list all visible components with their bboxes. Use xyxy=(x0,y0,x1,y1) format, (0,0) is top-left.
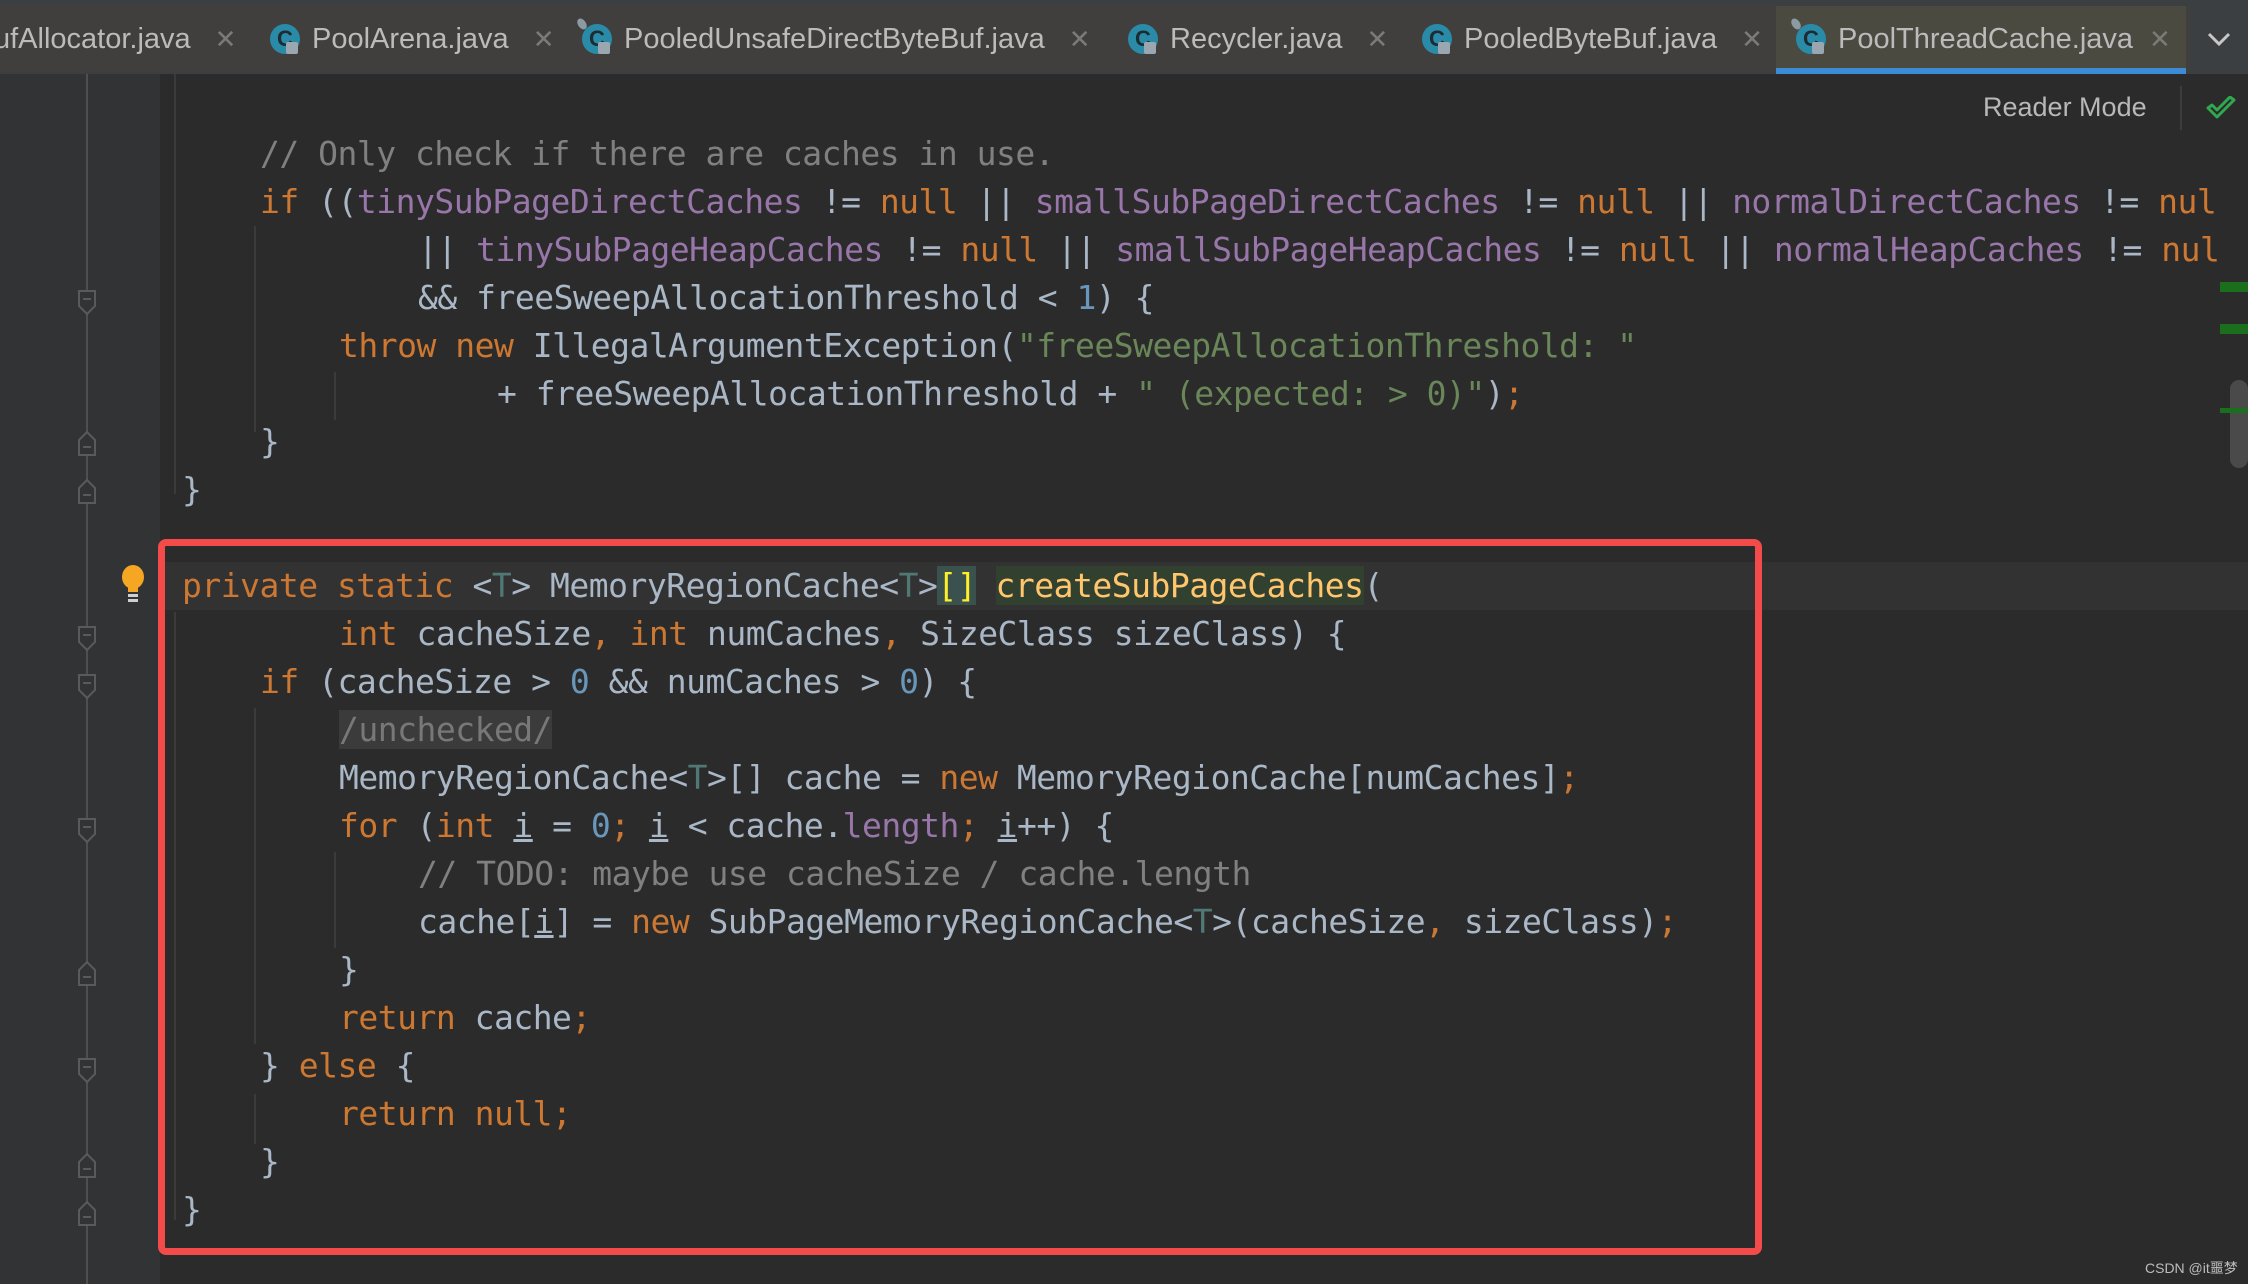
tab-pooled-unsafe-direct-byte-buf[interactable]: C PooledUnsafeDirectByteBuf.java ✕ xyxy=(575,6,1091,72)
tab-pool-arena[interactable]: C PoolArena.java ✕ xyxy=(268,6,554,72)
indent-guide xyxy=(334,852,336,948)
change-marker[interactable] xyxy=(2220,282,2248,292)
fold-expand-end-icon[interactable] xyxy=(78,960,96,986)
code-line: // Only check if there are caches in use… xyxy=(260,134,1055,173)
code-line: return null; xyxy=(339,1094,572,1133)
code-line: } xyxy=(182,470,202,509)
close-icon[interactable]: ✕ xyxy=(1741,24,1763,55)
tab-label: PoolThreadCache.java xyxy=(1838,22,2134,55)
fold-collapse-icon[interactable] xyxy=(78,818,96,844)
indent-guide xyxy=(174,612,176,1220)
close-icon[interactable]: ✕ xyxy=(1366,24,1388,55)
tab-label: Recycler.java xyxy=(1170,22,1343,55)
reader-mode-button[interactable]: Reader Mode xyxy=(1983,92,2147,123)
fold-collapse-icon[interactable] xyxy=(78,674,96,700)
indent-guide xyxy=(254,708,256,1044)
fold-collapse-icon[interactable] xyxy=(78,626,96,652)
inspection-ok-check-icon[interactable] xyxy=(2204,95,2238,126)
java-class-icon: C xyxy=(268,22,302,56)
tab-list-dropdown-button[interactable] xyxy=(2190,6,2248,72)
java-class-icon: C xyxy=(575,16,614,56)
close-icon[interactable]: ✕ xyxy=(1069,24,1091,55)
code-line: private static <T> MemoryRegionCache<T>[… xyxy=(182,566,1383,605)
lock-icon xyxy=(598,42,610,54)
method-name-createSubPageCaches: createSubPageCaches xyxy=(995,566,1364,605)
fold-expand-end-icon[interactable] xyxy=(78,1152,96,1178)
code-line: throw new IllegalArgumentException("free… xyxy=(339,326,1637,365)
tab-recycler[interactable]: C Recycler.java ✕ xyxy=(1126,6,1388,72)
tab-label: PooledByteBuf.java xyxy=(1464,22,1718,55)
vertical-scrollbar-thumb[interactable] xyxy=(2230,380,2248,468)
indent-guide xyxy=(174,74,176,494)
code-line: MemoryRegionCache<T>[] cache = new Memor… xyxy=(339,758,1579,797)
code-line: } xyxy=(260,422,280,461)
tab-pooled-byte-buf[interactable]: C PooledByteBuf.java ✕ xyxy=(1420,6,1763,72)
indent-guide xyxy=(334,372,336,420)
lock-icon xyxy=(1438,42,1450,54)
lock-icon xyxy=(1812,42,1824,54)
tab-label: PooledUnsafeDirectByteBuf.java xyxy=(624,22,1045,55)
indent-guide xyxy=(254,1094,256,1144)
indent-guide xyxy=(254,226,256,432)
code-line: && freeSweepAllocationThreshold < 1) { xyxy=(418,278,1155,317)
toolbar-divider xyxy=(2180,86,2182,130)
close-icon[interactable]: ✕ xyxy=(2149,24,2171,55)
lock-icon xyxy=(1144,42,1156,54)
chevron-down-icon xyxy=(2207,32,2231,47)
close-icon[interactable]: ✕ xyxy=(215,24,237,55)
code-line: } xyxy=(260,1142,280,1181)
java-class-icon: C xyxy=(1126,22,1160,56)
code-line: } xyxy=(182,1190,202,1229)
fold-collapse-icon[interactable] xyxy=(78,290,96,316)
tab-pool-thread-cache[interactable]: C PoolThreadCache.java ✕ xyxy=(1776,6,2186,76)
java-class-icon: C xyxy=(1420,22,1454,56)
code-line: // TODO: maybe use cacheSize / cache.len… xyxy=(418,854,1251,893)
fold-collapse-icon[interactable] xyxy=(78,1058,96,1084)
java-class-icon: C xyxy=(1789,16,1828,56)
code-line: + freeSweepAllocationThreshold + " (expe… xyxy=(497,374,1524,413)
code-line: || tinySubPageHeapCaches != null || smal… xyxy=(418,230,2220,269)
watermark: CSDN @it噩梦 xyxy=(2145,1260,2238,1276)
close-icon[interactable]: ✕ xyxy=(533,24,555,55)
change-marker[interactable] xyxy=(2220,324,2248,334)
lock-icon xyxy=(286,42,298,54)
code-line: } else { xyxy=(260,1046,415,1085)
fold-expand-end-icon[interactable] xyxy=(78,430,96,456)
code-line: int cacheSize, int numCaches, SizeClass … xyxy=(339,614,1347,653)
tab-label: ufAllocator.java xyxy=(0,22,191,55)
code-line: cache[i] = new SubPageMemoryRegionCache<… xyxy=(418,902,1677,941)
code-line: /unchecked/ xyxy=(339,706,553,754)
code-line: if ((tinySubPageDirectCaches != null || … xyxy=(260,182,2217,221)
code-line: for (int i = 0; i < cache.length; i++) { xyxy=(339,806,1114,845)
tab-pooled-byte-buf-allocator[interactable]: ufAllocator.java ✕ xyxy=(0,6,236,72)
fold-expand-end-icon[interactable] xyxy=(78,478,96,504)
code-line: } xyxy=(339,950,359,989)
folded-annotation-hint: /unchecked/ xyxy=(339,710,553,749)
fold-expand-end-icon[interactable] xyxy=(78,1200,96,1226)
intention-lightbulb-icon[interactable] xyxy=(120,564,146,604)
tab-label: PoolArena.java xyxy=(312,22,509,55)
code-line: if (cacheSize > 0 && numCaches > 0) { xyxy=(260,662,977,701)
change-marker[interactable] xyxy=(2220,408,2248,413)
code-line: return cache; xyxy=(339,998,591,1037)
